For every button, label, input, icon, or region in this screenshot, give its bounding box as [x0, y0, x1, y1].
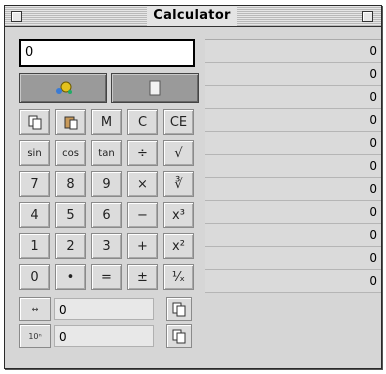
copy-icon	[171, 328, 187, 344]
add-button[interactable]: +	[127, 233, 158, 259]
copy-button[interactable]	[19, 109, 50, 135]
keypad: M C CE sin cos tan ÷ √ 7 8 9 × ∛ 4 5 6− x³ 1 2 3 + x² 0 • = ± ¹⁄ₓ	[19, 109, 199, 290]
close-box[interactable]	[11, 10, 22, 22]
digit-9-button[interactable]: 9	[91, 171, 122, 197]
sign-button[interactable]: ±	[127, 264, 158, 290]
digit-7-button[interactable]: 7	[19, 171, 50, 197]
divide-button[interactable]: ÷	[127, 140, 158, 166]
memory-row: ↔ 0	[19, 297, 199, 321]
sqrt-button[interactable]: √	[163, 140, 194, 166]
sin-button[interactable]: sin	[19, 140, 50, 166]
paint-splash-icon	[56, 81, 72, 94]
digit-2-button[interactable]: 2	[55, 233, 86, 259]
mode-button-document[interactable]	[111, 73, 199, 103]
sci-icon[interactable]: 10ⁿ	[19, 324, 51, 348]
memory-row: 10ⁿ 0	[19, 324, 199, 348]
subtract-button[interactable]: −	[127, 202, 158, 228]
digit-4-button[interactable]: 4	[19, 202, 50, 228]
copy-icon	[27, 114, 43, 130]
zoom-box[interactable]	[362, 10, 374, 22]
title-bar[interactable]: Calculator	[5, 6, 381, 27]
equals-button[interactable]: =	[91, 264, 122, 290]
tape-row: 0	[205, 155, 381, 178]
calculator-window: Calculator 0 M C CE sin cos tan ÷ √ 7 8 9 × ∛ 4 5 6− x³ 1…	[4, 5, 382, 369]
calculator-panel: 0 M C CE sin cos tan ÷ √ 7 8 9 × ∛ 4 5 6− x³ 1 2 3 + x² 0 • = ± ¹⁄…	[19, 39, 199, 351]
digit-5-button[interactable]: 5	[55, 202, 86, 228]
tape-list: 00000000000	[205, 39, 381, 293]
copy-icon	[171, 301, 187, 317]
memory-copy-button[interactable]	[166, 324, 192, 348]
arrows-icon[interactable]: ↔	[19, 297, 51, 321]
tape-row: 0	[205, 63, 381, 86]
display-field[interactable]: 0	[19, 39, 195, 67]
tape-row: 0	[205, 201, 381, 224]
digit-8-button[interactable]: 8	[55, 171, 86, 197]
memory-rows: ↔ 0 10ⁿ 0	[19, 297, 199, 348]
cos-button[interactable]: cos	[55, 140, 86, 166]
tape-row: 0	[205, 132, 381, 155]
tape-row: 0	[205, 224, 381, 247]
tape-row: 0	[205, 40, 381, 63]
digit-0-button[interactable]: 0	[19, 264, 50, 290]
digit-1-button[interactable]: 1	[19, 233, 50, 259]
tan-button[interactable]: tan	[91, 140, 122, 166]
document-icon	[149, 80, 161, 96]
digit-6-button[interactable]: 6	[91, 202, 122, 228]
mode-bar	[19, 73, 199, 103]
digit-3-button[interactable]: 3	[91, 233, 122, 259]
decimal-button[interactable]: •	[55, 264, 86, 290]
tape-row: 0	[205, 247, 381, 270]
cube-button[interactable]: x³	[163, 202, 194, 228]
clear-button[interactable]: C	[127, 109, 158, 135]
reciprocal-button[interactable]: ¹⁄ₓ	[163, 264, 194, 290]
memory-value: 0	[54, 325, 154, 347]
paste-icon	[63, 114, 79, 130]
square-button[interactable]: x²	[163, 233, 194, 259]
memory-button[interactable]: M	[91, 109, 122, 135]
memory-value: 0	[54, 298, 154, 320]
mode-button-graphics[interactable]	[19, 73, 107, 103]
paste-button[interactable]	[55, 109, 86, 135]
cube-root-button[interactable]: ∛	[163, 171, 194, 197]
multiply-button[interactable]: ×	[127, 171, 158, 197]
window-title: Calculator	[147, 6, 237, 26]
clear-entry-button[interactable]: CE	[163, 109, 194, 135]
memory-copy-button[interactable]	[166, 297, 192, 321]
tape-row: 0	[205, 109, 381, 132]
tape-row: 0	[205, 178, 381, 201]
tape-row: 0	[205, 86, 381, 109]
tape-row: 0	[205, 270, 381, 293]
